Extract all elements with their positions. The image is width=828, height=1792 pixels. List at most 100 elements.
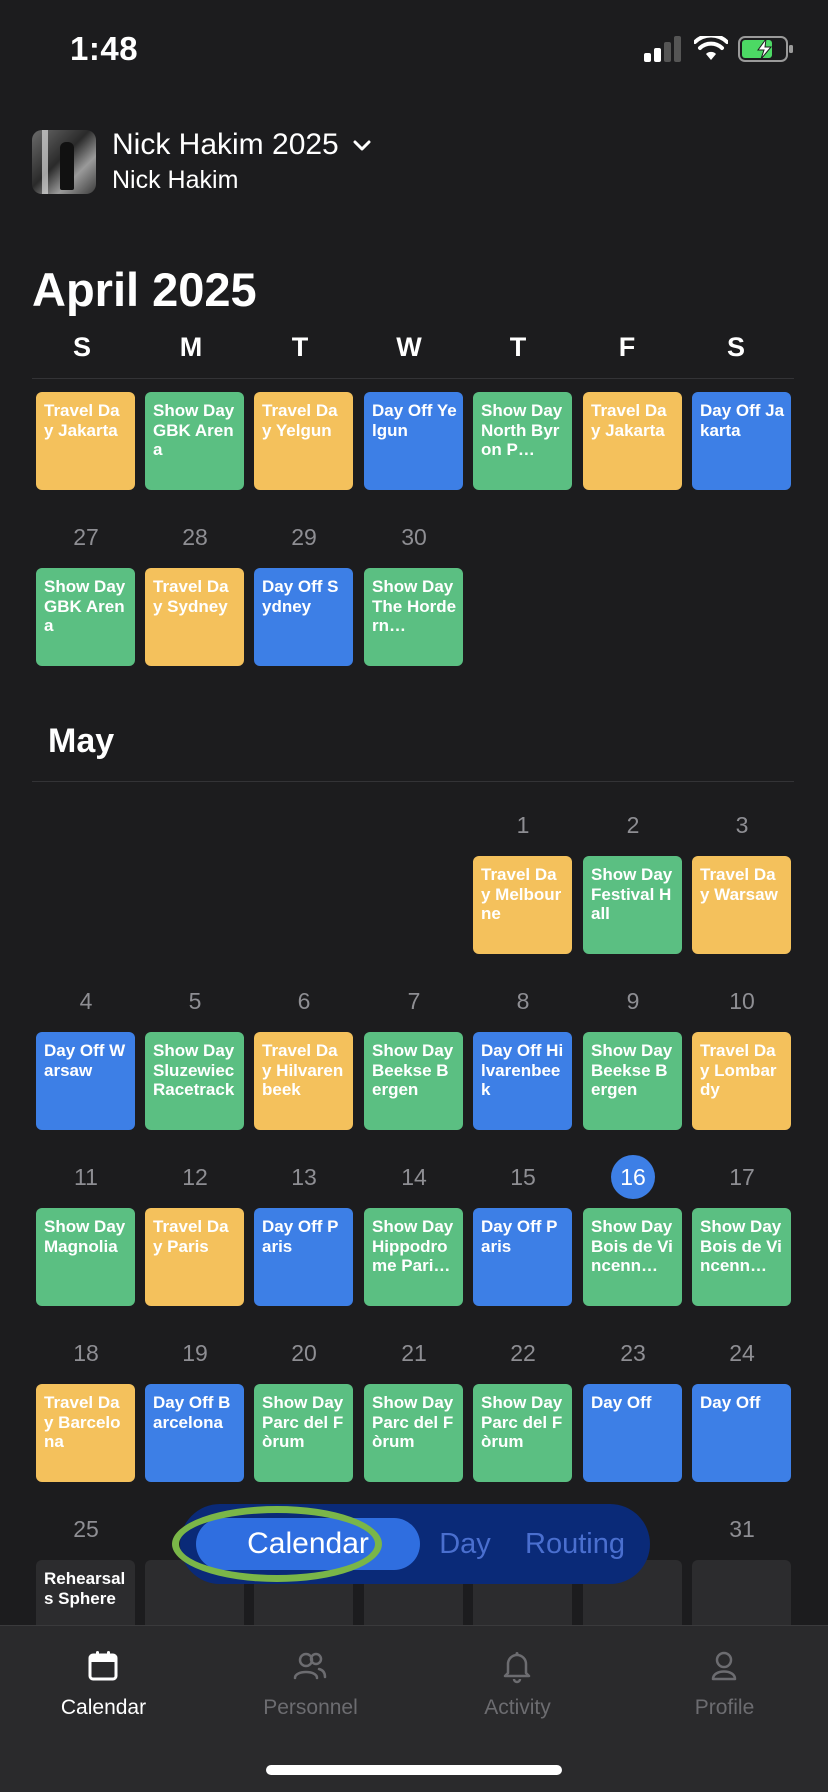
calendar-icon (88, 1651, 118, 1681)
calendar-event-cell[interactable]: Day Off Hilvarenbeek (473, 1032, 572, 1130)
tab-calendar[interactable]: Calendar (0, 1626, 207, 1746)
day-number: 6 (297, 988, 311, 1014)
day-number: 31 (729, 1516, 755, 1542)
calendar-event-cell[interactable]: Day Off Yelgun (364, 392, 463, 490)
calendar-event-cell[interactable]: Show Day Parc del Fòrum (473, 1384, 572, 1482)
day-number: 25 (73, 1516, 99, 1542)
calendar-event-cell[interactable]: Day Off (583, 1384, 682, 1482)
day-number: 15 (510, 1164, 536, 1190)
calendar-event-cell[interactable]: Show Day GBK Arena (36, 568, 135, 666)
day-number: 22 (510, 1340, 536, 1366)
calendar-event-cell[interactable]: Show Day GBK Arena (145, 392, 244, 490)
tour-header[interactable]: Nick Hakim 2025 Nick Hakim (32, 128, 792, 196)
weekday-header: S M T W T F S (32, 332, 794, 376)
divider (32, 378, 794, 379)
tour-selector[interactable]: Nick Hakim 2025 (112, 128, 371, 162)
calendar-event-cell[interactable]: Travel Day Jakarta (36, 392, 135, 490)
day-number: 11 (74, 1164, 98, 1190)
calendar-event-cell[interactable]: Show Day Beekse Bergen (364, 1032, 463, 1130)
view-switcher: Calendar Day Routing (180, 1504, 650, 1584)
weekday-label: F (618, 332, 636, 362)
calendar-event-cell[interactable]: Show Day Sluzewiec Racetrack (145, 1032, 244, 1130)
calendar-event-cell[interactable]: Travel Day Hilvarenbeek (254, 1032, 353, 1130)
day-number: 28 (182, 524, 208, 550)
tab-personnel[interactable]: Personnel (207, 1626, 414, 1746)
tour-title: Nick Hakim 2025 (112, 128, 339, 161)
day-number: 12 (182, 1164, 208, 1190)
tab-profile[interactable]: Profile (621, 1626, 828, 1746)
calendar-event-cell[interactable]: Day Off Barcelona (145, 1384, 244, 1482)
weekday-label: T (509, 332, 527, 362)
day-number: 9 (626, 988, 640, 1014)
calendar-event-cell[interactable]: Travel Day Warsaw (692, 856, 791, 954)
home-indicator (266, 1765, 562, 1775)
segment-day[interactable]: Day (420, 1504, 510, 1584)
segment-routing[interactable]: Routing (510, 1504, 640, 1584)
day-number: 24 (729, 1340, 755, 1366)
day-number: 7 (407, 988, 421, 1014)
calendar-event-cell[interactable]: Show Day Parc del Fòrum (254, 1384, 353, 1482)
calendar-event-cell[interactable]: Show Day Festival Hall (583, 856, 682, 954)
day-number: 19 (182, 1340, 208, 1366)
artist-name: Nick Hakim (112, 166, 239, 194)
status-icons (644, 36, 794, 62)
tab-activity[interactable]: Activity (414, 1626, 621, 1746)
calendar-event-cell[interactable]: Show Day Beekse Bergen (583, 1032, 682, 1130)
day-number: 14 (401, 1164, 427, 1190)
month-title: April 2025 (32, 263, 257, 316)
day-number: 5 (188, 988, 202, 1014)
calendar-event-cell[interactable]: Travel Day Lombardy (692, 1032, 791, 1130)
calendar-event-cell[interactable]: Show Day Hippodrome Pari… (364, 1208, 463, 1306)
day-number: 20 (291, 1340, 317, 1366)
day-number: 18 (73, 1340, 99, 1366)
calendar-event-cell[interactable]: Day Off Paris (473, 1208, 572, 1306)
calendar-event-cell[interactable]: Travel Day Jakarta (583, 392, 682, 490)
calendar-event-cell[interactable]: Day Off Jakarta (692, 392, 791, 490)
calendar-event-cell[interactable]: Show Day Parc del Fòrum (364, 1384, 463, 1482)
day-number: 13 (291, 1164, 317, 1190)
calendar-event-cell[interactable]: Day Off (692, 1384, 791, 1482)
day-number: 17 (729, 1164, 755, 1190)
weekday-label: S (72, 332, 91, 362)
battery-charging-icon (738, 36, 793, 62)
cellular-signal-icon (644, 36, 681, 62)
segment-calendar[interactable]: Calendar (196, 1518, 420, 1570)
status-time: 1:48 (70, 30, 139, 67)
calendar-event-cell[interactable]: Show Day The Hordern… (364, 568, 463, 666)
artist-avatar (32, 130, 96, 194)
month-title-may: May (48, 722, 115, 760)
people-icon (293, 1652, 327, 1680)
weekday-label: W (396, 332, 422, 362)
tab-label: Calendar (60, 1696, 147, 1719)
day-number: 21 (401, 1340, 427, 1366)
calendar-event-cell[interactable]: Day Off Paris (254, 1208, 353, 1306)
calendar-event-cell[interactable]: Show Day Bois de Vincenn… (692, 1208, 791, 1306)
divider (32, 781, 794, 782)
calendar-event-cell[interactable]: Travel Day Sydney (145, 568, 244, 666)
calendar-event-cell[interactable]: Day Off Sydney (254, 568, 353, 666)
day-number: 4 (79, 988, 93, 1014)
day-number: 2 (626, 812, 640, 838)
calendar-event-cell[interactable]: Show Day Bois de Vincenn… (583, 1208, 682, 1306)
day-number: 27 (73, 524, 99, 550)
tab-label: Activity (484, 1696, 551, 1719)
calendar-event-cell[interactable]: Show Day Magnolia (36, 1208, 135, 1306)
status-bar: 1:48 (0, 0, 828, 100)
calendar-event-cell[interactable]: Travel Day Melbourne (473, 856, 572, 954)
calendar-event-cell[interactable]: Show Day North Byron P… (473, 392, 572, 490)
calendar-event-cell[interactable]: Travel Day Barcelona (36, 1384, 135, 1482)
calendar-event-cell[interactable]: Travel Day Yelgun (254, 392, 353, 490)
person-icon (711, 1651, 737, 1681)
bell-icon (503, 1652, 531, 1684)
day-number: 10 (729, 988, 755, 1014)
day-number: 30 (401, 524, 427, 550)
weekday-label: T (291, 332, 309, 362)
wifi-icon (694, 36, 728, 60)
tab-label: Personnel (263, 1696, 358, 1719)
day-number: 29 (291, 524, 317, 550)
calendar-event-cell[interactable]: Travel Day Paris (145, 1208, 244, 1306)
day-number-today: 16 (620, 1164, 646, 1190)
calendar-event-cell[interactable]: Day Off Warsaw (36, 1032, 135, 1130)
day-number: 3 (735, 812, 749, 838)
weekday-label: S (726, 332, 745, 362)
